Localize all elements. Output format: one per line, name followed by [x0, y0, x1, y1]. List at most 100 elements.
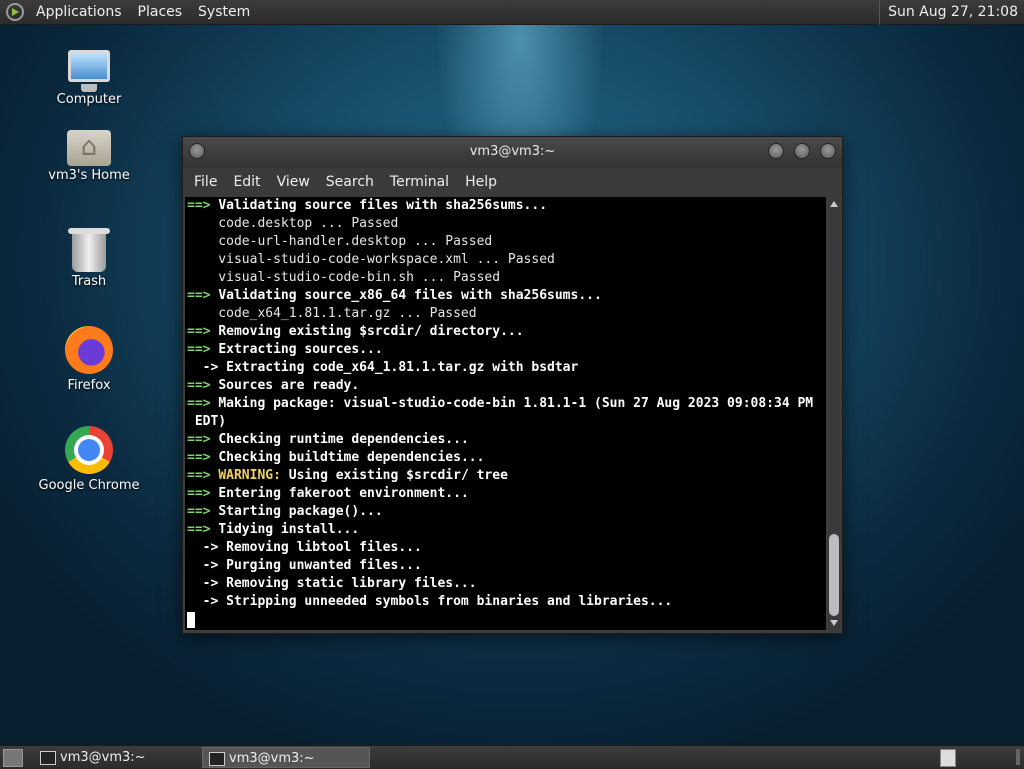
terminal-line-text: Tidying install...	[218, 522, 360, 537]
mate-logo-icon[interactable]	[6, 3, 24, 21]
menu-system[interactable]: System	[190, 0, 258, 25]
menu-help[interactable]: Help	[457, 174, 505, 190]
terminal-line: ==> Making package: visual-studio-code-b…	[185, 395, 826, 413]
terminal-line: EDT)	[185, 413, 826, 431]
window-title: vm3@vm3:~	[469, 144, 556, 159]
terminal-line-text: code-url-handler.desktop ... Passed	[187, 234, 493, 249]
scroll-down-icon[interactable]	[830, 620, 838, 626]
menu-applications[interactable]: Applications	[28, 0, 130, 25]
terminal-line-text: Extracting sources...	[218, 342, 383, 357]
taskbar-item[interactable]: vm3@vm3:~	[34, 747, 200, 768]
close-button[interactable]	[820, 143, 836, 159]
menu-search[interactable]: Search	[318, 174, 382, 190]
terminal-line-text: -> Purging unwanted files...	[187, 558, 422, 573]
taskbar-item-label: vm3@vm3:~	[60, 750, 146, 765]
terminal-window[interactable]: vm3@vm3:~ File Edit View Search Terminal…	[182, 136, 843, 634]
terminal-line: visual-studio-code-workspace.xml ... Pas…	[185, 251, 826, 269]
menu-places[interactable]: Places	[130, 0, 191, 25]
menu-edit[interactable]: Edit	[225, 174, 268, 190]
window-titlebar[interactable]: vm3@vm3:~	[183, 137, 842, 167]
terminal-line-rest: Using existing $srcdir/ tree	[280, 468, 508, 483]
trash-icon	[68, 228, 110, 272]
clock[interactable]: Sun Aug 27, 21:08	[879, 0, 1024, 25]
home-folder-icon	[67, 130, 111, 166]
terminal-line: -> Removing static library files...	[185, 575, 826, 593]
terminal-icon	[40, 751, 56, 765]
top-panel: Applications Places System Sun Aug 27, 2…	[0, 0, 1024, 25]
taskbar-item-active[interactable]: vm3@vm3:~	[202, 747, 370, 768]
terminal-line-text: Removing existing $srcdir/ directory...	[218, 324, 524, 339]
terminal-line: code.desktop ... Passed	[185, 215, 826, 233]
terminal-line-text: code_x64_1.81.1.tar.gz ... Passed	[187, 306, 477, 321]
maximize-button[interactable]	[794, 143, 810, 159]
prompt-arrow: ==>	[187, 468, 219, 483]
terminal-line-text: Starting package()...	[218, 504, 383, 519]
menu-terminal[interactable]: Terminal	[382, 174, 457, 190]
terminal-line: visual-studio-code-bin.sh ... Passed	[185, 269, 826, 287]
window-menu-icon[interactable]	[189, 143, 205, 159]
terminal-line-text: -> Removing libtool files...	[187, 540, 422, 555]
scroll-up-icon[interactable]	[830, 201, 838, 207]
computer-icon	[68, 50, 110, 92]
terminal-line: ==> Removing existing $srcdir/ directory…	[185, 323, 826, 341]
terminal-line-text: -> Extracting code_x64_1.81.1.tar.gz wit…	[187, 360, 579, 375]
prompt-arrow: ==>	[187, 432, 219, 447]
terminal-line-text: Checking buildtime dependencies...	[218, 450, 485, 465]
bottom-panel: vm3@vm3:~ vm3@vm3:~	[0, 745, 1024, 769]
terminal-cursor-line	[185, 611, 826, 629]
terminal-line-text: Making package: visual-studio-code-bin 1…	[218, 396, 814, 411]
prompt-arrow: ==>	[187, 378, 219, 393]
chrome-icon	[65, 426, 113, 474]
terminal-line: -> Purging unwanted files...	[185, 557, 826, 575]
terminal-line: ==> Tidying install...	[185, 521, 826, 539]
terminal-line: ==> Checking runtime dependencies...	[185, 431, 826, 449]
desktop-icon-trash[interactable]: Trash	[34, 228, 144, 289]
prompt-arrow: ==>	[187, 396, 219, 411]
text-cursor	[187, 611, 195, 628]
desktop-icon-label: Trash	[71, 274, 107, 289]
terminal-menubar: File Edit View Search Terminal Help	[183, 167, 842, 197]
top-menu: Applications Places System	[0, 0, 258, 25]
prompt-arrow: ==>	[187, 198, 219, 213]
terminal-line: code-url-handler.desktop ... Passed	[185, 233, 826, 251]
terminal-line-text: Validating source_x86_64 files with sha2…	[218, 288, 602, 303]
show-desktop-icon[interactable]	[3, 749, 23, 767]
terminal-output[interactable]: ==> Validating source files with sha256s…	[185, 197, 826, 630]
minimize-button[interactable]	[768, 143, 784, 159]
desktop-icon-home[interactable]: vm3's Home	[34, 126, 144, 183]
terminal-line-text: Validating source files with sha256sums.…	[218, 198, 548, 213]
terminal-line: ==> WARNING: Using existing $srcdir/ tre…	[185, 467, 826, 485]
menu-file[interactable]: File	[186, 174, 225, 190]
terminal-icon	[209, 752, 225, 766]
terminal-line-text: Sources are ready.	[218, 378, 360, 393]
terminal-line: -> Extracting code_x64_1.81.1.tar.gz wit…	[185, 359, 826, 377]
prompt-arrow: ==>	[187, 324, 219, 339]
terminal-line: ==> Extracting sources...	[185, 341, 826, 359]
terminal-line: ==> Entering fakeroot environment...	[185, 485, 826, 503]
terminal-line: ==> Validating source_x86_64 files with …	[185, 287, 826, 305]
terminal-line-text: visual-studio-code-bin.sh ... Passed	[187, 270, 501, 285]
terminal-line-text: Checking runtime dependencies...	[218, 432, 469, 447]
terminal-line-text: Entering fakeroot environment...	[218, 486, 469, 501]
desktop-icon-computer[interactable]: Computer	[34, 46, 144, 107]
terminal-line: ==> Validating source files with sha256s…	[185, 197, 826, 215]
desktop-icon-label: Firefox	[67, 378, 111, 393]
menu-view[interactable]: View	[269, 174, 318, 190]
terminal-line: ==> Sources are ready.	[185, 377, 826, 395]
taskbar-item-label: vm3@vm3:~	[229, 751, 315, 766]
terminal-line: -> Removing libtool files...	[185, 539, 826, 557]
desktop-icon-label: Google Chrome	[38, 478, 140, 493]
desktop-icon-firefox[interactable]: Firefox	[34, 326, 144, 393]
workspace-switcher[interactable]	[940, 749, 956, 767]
prompt-arrow: ==>	[187, 486, 219, 501]
desktop-icon-chrome[interactable]: Google Chrome	[34, 426, 144, 493]
terminal-line: code_x64_1.81.1.tar.gz ... Passed	[185, 305, 826, 323]
terminal-line-text: -> Stripping unneeded symbols from binar…	[187, 594, 673, 609]
desktop-icon-label: vm3's Home	[48, 168, 130, 183]
prompt-arrow: ==>	[187, 522, 219, 537]
terminal-scrollbar[interactable]	[828, 197, 840, 630]
terminal-line-text: WARNING:	[218, 468, 281, 483]
prompt-arrow: ==>	[187, 342, 219, 357]
scrollbar-thumb[interactable]	[829, 534, 839, 616]
terminal-line-text: visual-studio-code-workspace.xml ... Pas…	[187, 252, 555, 267]
